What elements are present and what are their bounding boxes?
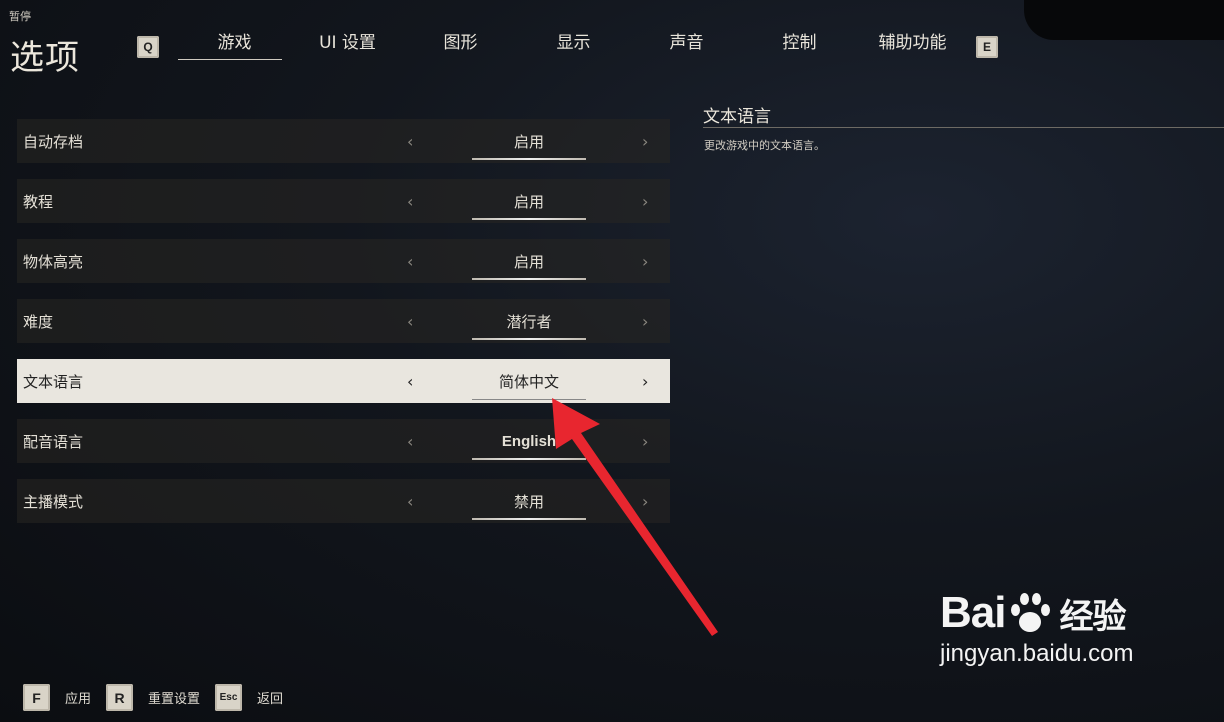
- value-underline: [472, 218, 586, 220]
- chevron-left-icon[interactable]: ‹: [407, 132, 413, 151]
- chevron-left-icon[interactable]: ‹: [407, 312, 413, 331]
- chevron-left-icon[interactable]: ‹: [407, 432, 413, 451]
- setting-label: 自动存档: [23, 132, 84, 151]
- chevron-right-icon[interactable]: ›: [642, 372, 648, 391]
- tab-graphics[interactable]: 图形: [404, 28, 517, 60]
- value-underline: [472, 278, 586, 280]
- setting-row-text-language[interactable]: 文本语言 ‹ 简体中文 ›: [17, 359, 670, 403]
- value-underline: [472, 458, 586, 460]
- setting-label: 主播模式: [23, 492, 84, 511]
- next-tab-key[interactable]: E: [976, 36, 998, 58]
- setting-row-difficulty[interactable]: 难度 ‹ 潜行者 ›: [17, 299, 670, 343]
- setting-label: 物体高亮: [23, 252, 84, 271]
- setting-row-autosave[interactable]: 自动存档 ‹ 启用 ›: [17, 119, 670, 163]
- setting-value: English: [501, 432, 557, 450]
- chevron-left-icon[interactable]: ‹: [407, 252, 413, 271]
- paw-icon: [1007, 590, 1053, 636]
- baidu-watermark: Bai 经验 jingyan.baidu.com: [940, 588, 1133, 668]
- reset-key[interactable]: R: [106, 684, 134, 711]
- setting-label: 文本语言: [23, 372, 84, 391]
- settings-list: 自动存档 ‹ 启用 › 教程 ‹ 启用 › 物体高亮 ‹ 启用 › 难度 ‹ 潜…: [17, 119, 670, 539]
- setting-row-streamer-mode[interactable]: 主播模式 ‹ 禁用 ›: [17, 479, 670, 523]
- tab-ui-settings[interactable]: UI 设置: [291, 28, 404, 60]
- setting-label: 配音语言: [23, 432, 84, 451]
- setting-value: 简体中文: [498, 372, 559, 391]
- chevron-right-icon[interactable]: ›: [642, 252, 648, 271]
- reset-label[interactable]: 重置设置: [148, 688, 200, 707]
- description-divider: [703, 127, 1224, 128]
- setting-value: 潜行者: [506, 312, 552, 331]
- watermark-brand-right: 经验: [1059, 597, 1126, 636]
- tab-accessibility[interactable]: 辅助功能: [856, 28, 969, 60]
- pause-label: 暂停: [9, 10, 31, 23]
- back-key[interactable]: Esc: [215, 684, 243, 711]
- footer-bar: F 应用 R 重置设置 Esc 返回: [23, 684, 298, 711]
- chevron-right-icon[interactable]: ›: [642, 192, 648, 211]
- tab-audio[interactable]: 声音: [630, 28, 743, 60]
- chevron-right-icon[interactable]: ›: [642, 132, 648, 151]
- watermark-logo: Bai 经验: [940, 588, 1133, 638]
- tab-game[interactable]: 游戏: [178, 28, 291, 60]
- value-underline: [472, 158, 586, 160]
- description-text: 更改游戏中的文本语言。: [704, 139, 825, 152]
- value-underline: [472, 399, 586, 400]
- back-label[interactable]: 返回: [257, 688, 283, 707]
- watermark-site: jingyan.baidu.com: [940, 640, 1134, 667]
- watermark-brand-left: Bai: [940, 588, 1006, 637]
- setting-row-tutorial[interactable]: 教程 ‹ 启用 ›: [17, 179, 670, 223]
- setting-label: 教程: [23, 192, 54, 211]
- chevron-left-icon[interactable]: ‹: [407, 492, 413, 511]
- setting-label: 难度: [23, 312, 54, 331]
- setting-value: 启用: [513, 132, 544, 151]
- apply-label[interactable]: 应用: [65, 688, 91, 707]
- value-underline: [472, 518, 586, 520]
- top-corner-shadow: [1024, 0, 1224, 40]
- setting-value: 禁用: [513, 492, 544, 511]
- tab-controls[interactable]: 控制: [743, 28, 856, 60]
- description-title: 文本语言: [703, 107, 771, 127]
- tab-bar: 游戏 UI 设置 图形 显示 声音 控制 辅助功能: [178, 28, 969, 60]
- setting-row-voice-language[interactable]: 配音语言 ‹ English ›: [17, 419, 670, 463]
- prev-tab-key[interactable]: Q: [137, 36, 159, 58]
- setting-row-object-highlight[interactable]: 物体高亮 ‹ 启用 ›: [17, 239, 670, 283]
- setting-value: 启用: [513, 192, 544, 211]
- chevron-right-icon[interactable]: ›: [642, 492, 648, 511]
- apply-key[interactable]: F: [23, 684, 50, 711]
- chevron-right-icon[interactable]: ›: [642, 312, 648, 331]
- page-title: 选项: [10, 38, 80, 78]
- tab-display[interactable]: 显示: [517, 28, 630, 60]
- chevron-left-icon[interactable]: ‹: [407, 372, 413, 391]
- value-underline: [472, 338, 586, 340]
- chevron-right-icon[interactable]: ›: [642, 432, 648, 451]
- chevron-left-icon[interactable]: ‹: [407, 192, 413, 211]
- setting-value: 启用: [513, 252, 544, 271]
